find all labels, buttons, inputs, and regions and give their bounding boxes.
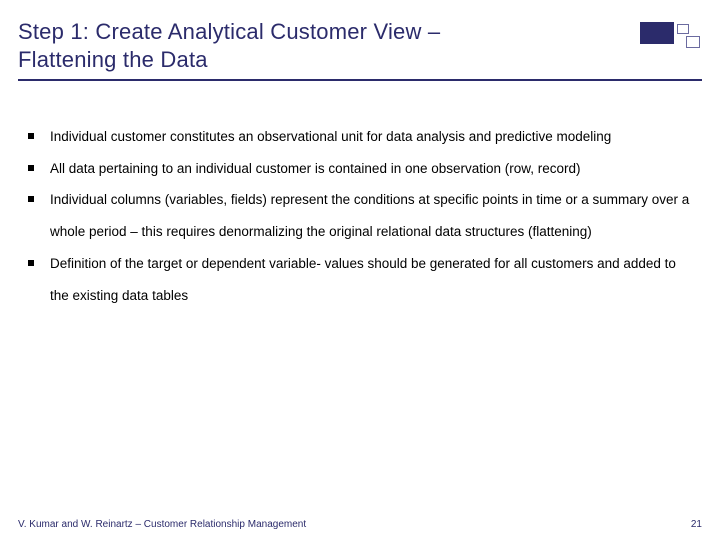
logo-block-small-2	[686, 36, 700, 48]
footer-credit: V. Kumar and W. Reinartz – Customer Rela…	[18, 519, 306, 530]
slide-body: Individual customer constitutes an obser…	[18, 121, 702, 311]
logo-block-small-1	[677, 24, 689, 34]
corner-logo	[638, 18, 702, 54]
bullet-item: Definition of the target or dependent va…	[22, 248, 694, 311]
bullet-item: All data pertaining to an individual cus…	[22, 153, 694, 185]
bullet-item: Individual customer constitutes an obser…	[22, 121, 694, 153]
logo-block-large	[640, 22, 674, 44]
title-underline	[18, 79, 702, 81]
slide-title: Step 1: Create Analytical Customer View …	[18, 18, 538, 73]
page-number: 21	[691, 519, 702, 530]
bullet-list: Individual customer constitutes an obser…	[22, 121, 694, 311]
slide-footer: V. Kumar and W. Reinartz – Customer Rela…	[18, 519, 702, 530]
bullet-item: Individual columns (variables, fields) r…	[22, 184, 694, 247]
slide: Step 1: Create Analytical Customer View …	[0, 0, 720, 540]
